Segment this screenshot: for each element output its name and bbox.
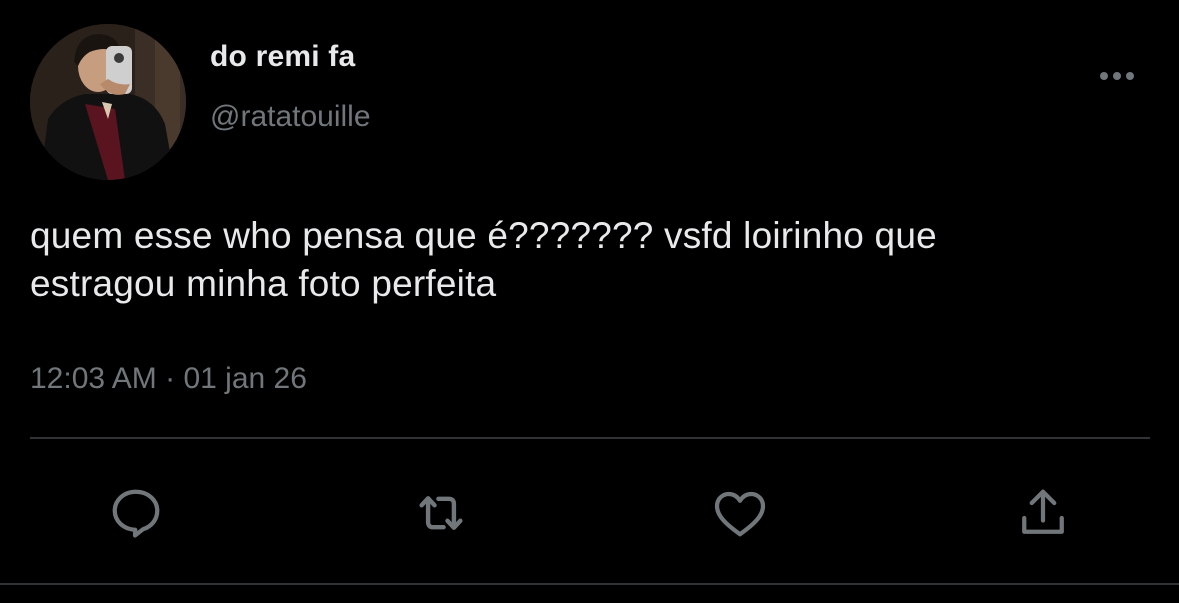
tweet-text-line: estragou minha foto perfeita: [30, 263, 497, 304]
retweet-button[interactable]: [406, 478, 476, 548]
tweet-container: do remi fa @ratatouille quem esse who pe…: [0, 0, 1179, 603]
share-button[interactable]: [1008, 478, 1078, 548]
avatar[interactable]: [30, 24, 186, 180]
tweet-timestamp[interactable]: 12:03 AM · 01 jan 26: [30, 362, 307, 396]
tweet-date: 01 jan 26: [183, 362, 307, 395]
bottom-divider: [0, 583, 1179, 585]
user-handle[interactable]: @ratatouille: [210, 100, 371, 134]
share-upload-icon: [1022, 489, 1064, 534]
more-dots-icon: [1100, 72, 1134, 80]
tweet-text: quem esse who pensa que é??????? vsfd lo…: [30, 212, 1160, 308]
reply-button[interactable]: [101, 478, 171, 548]
divider: [30, 437, 1150, 439]
like-button[interactable]: [705, 478, 775, 548]
action-bar: [0, 478, 1179, 548]
more-options-button[interactable]: [1090, 58, 1146, 94]
tweet-time: 12:03 AM: [30, 362, 157, 395]
retweet-icon: [419, 496, 463, 530]
meta-separator: ·: [165, 362, 176, 395]
avatar-photo: [30, 24, 186, 180]
heart-icon: [714, 491, 766, 537]
display-name[interactable]: do remi fa: [210, 40, 355, 74]
tweet-text-line: quem esse who pensa que é??????? vsfd lo…: [30, 215, 937, 256]
reply-bubble-icon: [112, 489, 160, 538]
